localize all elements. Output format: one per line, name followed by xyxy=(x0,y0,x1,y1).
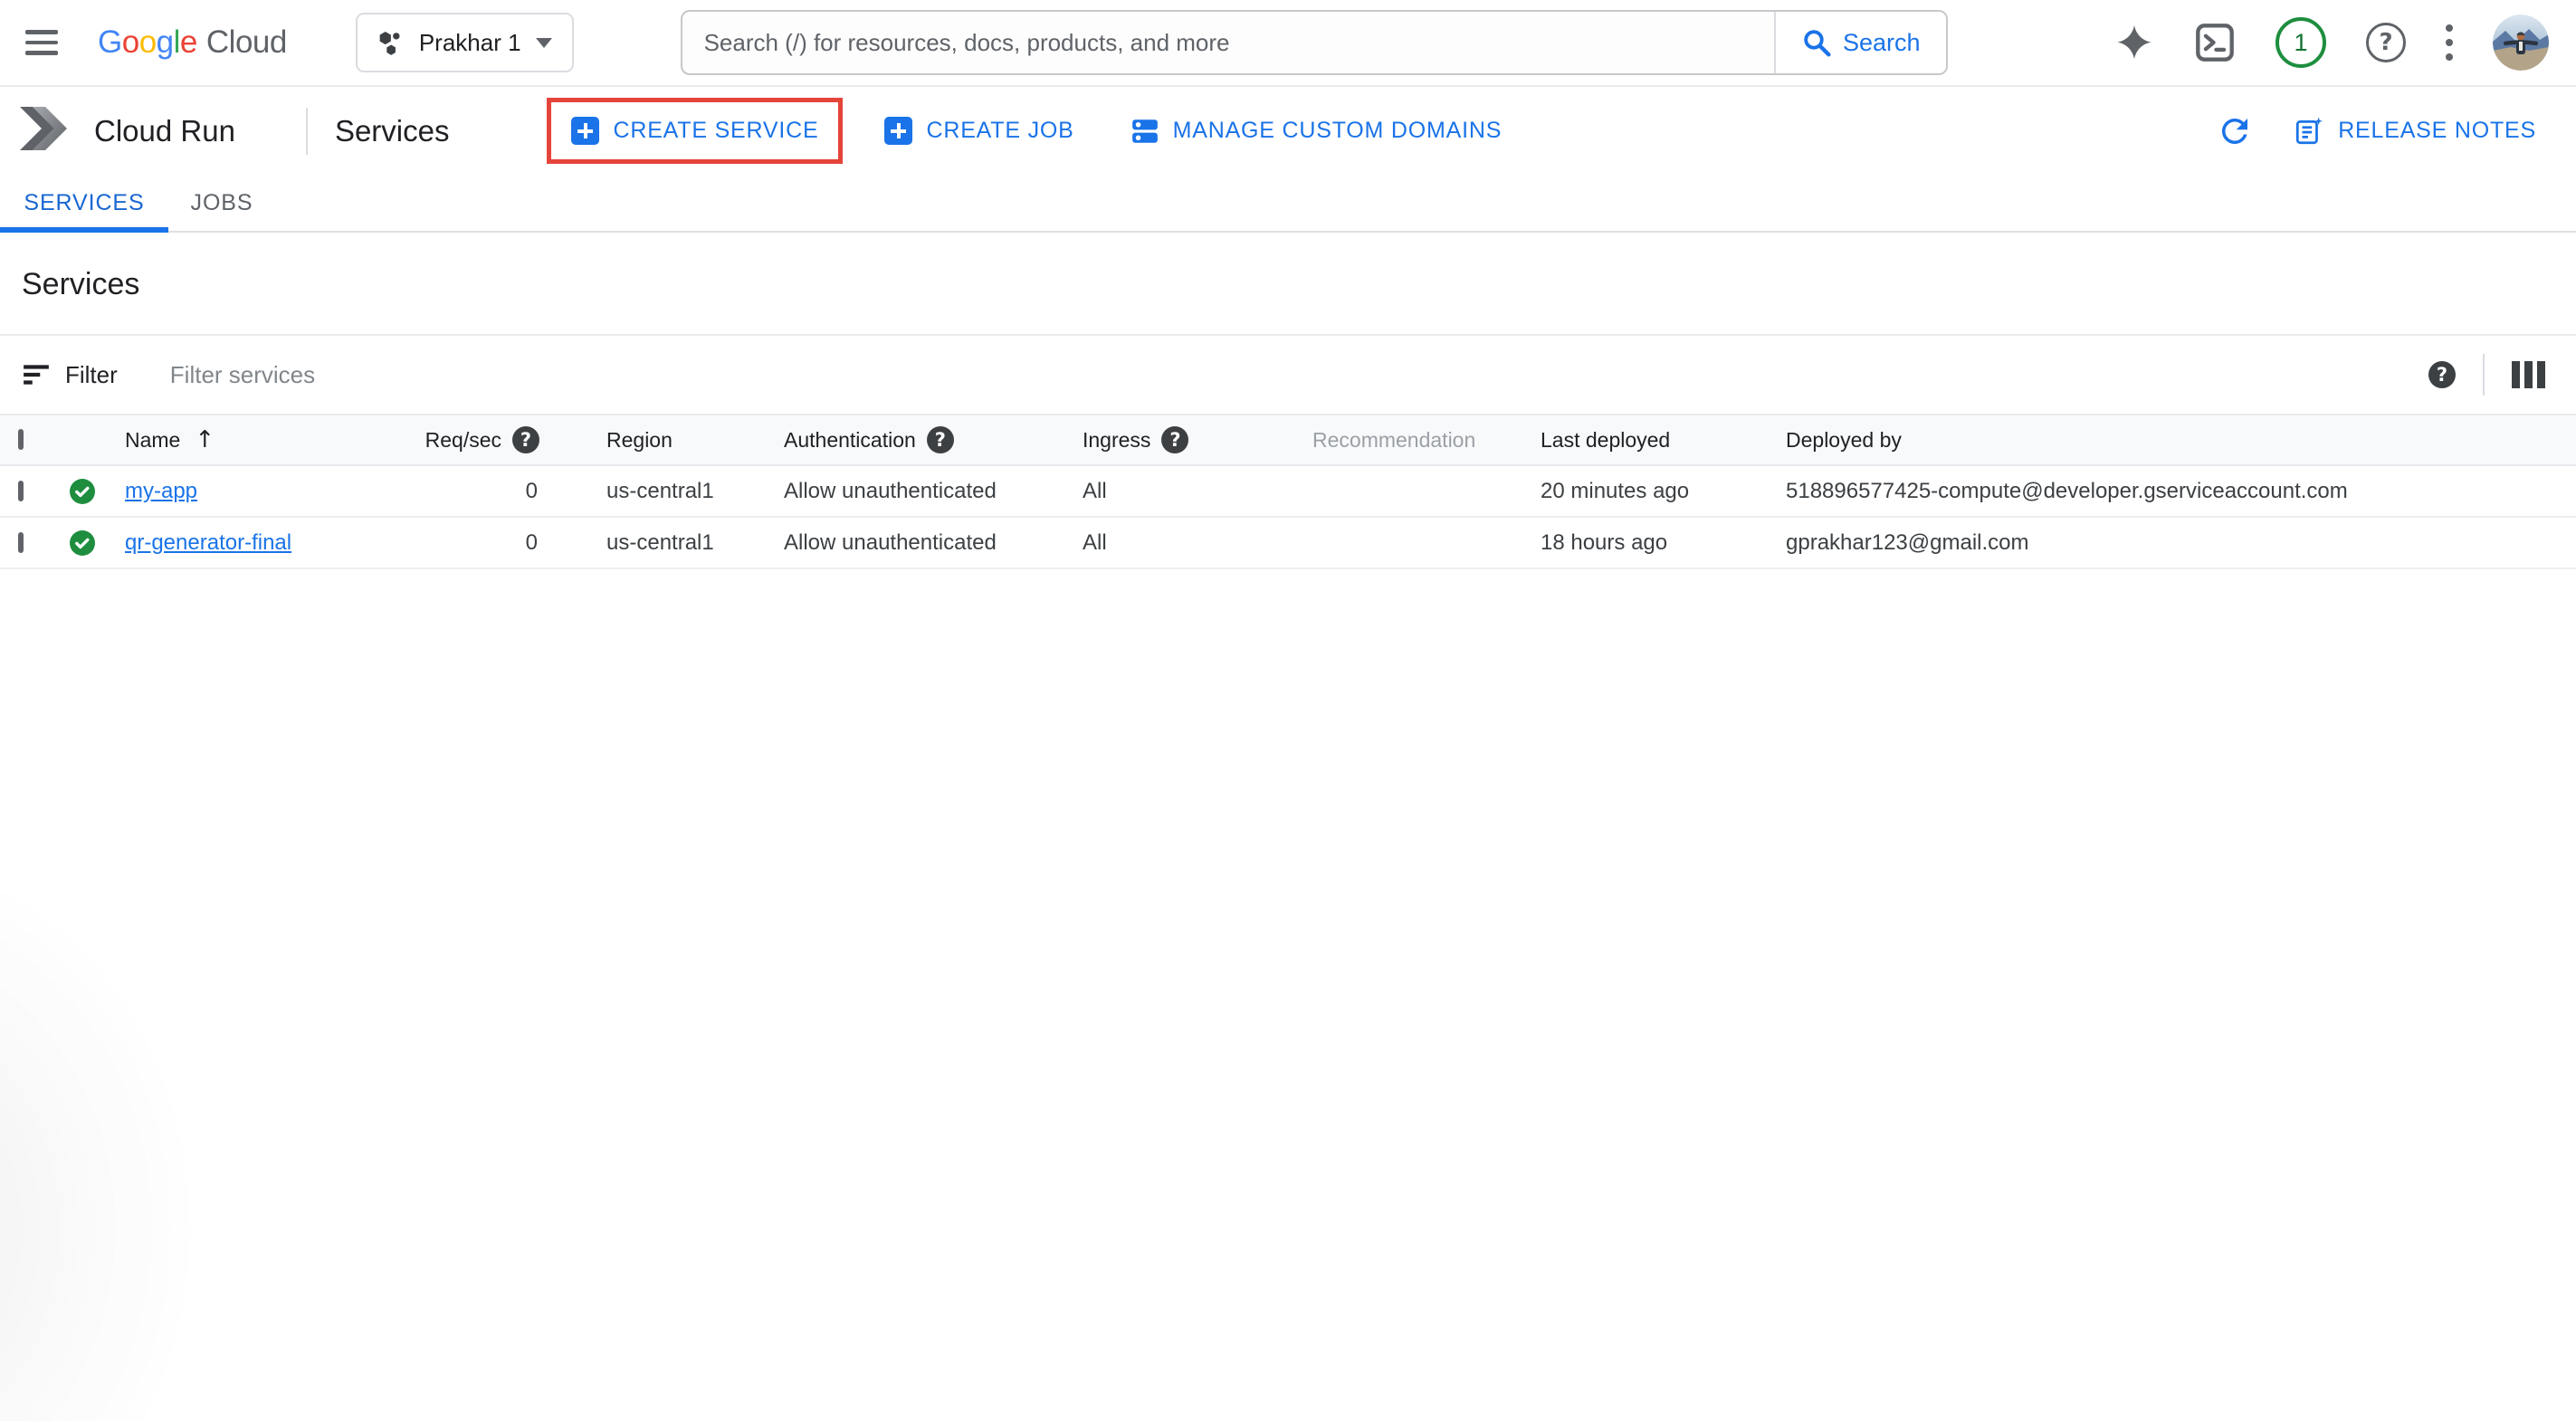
manage-custom-domains-button[interactable]: MANAGE CUSTOM DOMAINS xyxy=(1131,117,1503,146)
cloud-shell-icon[interactable] xyxy=(2194,22,2236,63)
topbar-actions: 1 ? xyxy=(2114,14,2549,71)
filter-input[interactable] xyxy=(170,361,2428,389)
plus-icon xyxy=(884,117,912,145)
search-button-label: Search xyxy=(1843,29,1921,57)
create-service-button[interactable]: CREATE SERVICE xyxy=(571,117,818,145)
hamburger-menu-icon[interactable] xyxy=(20,15,74,70)
manage-custom-domains-label: MANAGE CUSTOM DOMAINS xyxy=(1173,118,1503,144)
create-job-label: CREATE JOB xyxy=(926,118,1073,144)
table-row: qr-generator-final 0 us-central1 Allow u… xyxy=(0,518,2576,569)
row-checkbox[interactable] xyxy=(18,481,24,501)
column-header-recommendation[interactable]: Recommendation xyxy=(1312,428,1541,453)
filter-bar: Filter ? xyxy=(0,336,2576,414)
dns-icon xyxy=(1131,117,1159,146)
cloud-run-icon xyxy=(20,107,67,155)
search-icon xyxy=(1801,27,1832,58)
column-display-options-icon[interactable] xyxy=(2512,361,2545,388)
authentication-help-icon[interactable]: ? xyxy=(927,426,954,453)
create-service-label: CREATE SERVICE xyxy=(613,118,818,144)
column-header-name[interactable]: Name ↑ xyxy=(125,426,419,453)
divider xyxy=(306,108,308,155)
column-header-ingress[interactable]: Ingress ? xyxy=(1083,426,1312,453)
service-link[interactable]: qr-generator-final xyxy=(125,530,291,555)
search-input[interactable] xyxy=(682,12,1774,73)
google-cloud-logo[interactable]: Google Cloud xyxy=(98,24,287,61)
logo-letter: o xyxy=(139,24,157,60)
refresh-icon[interactable] xyxy=(2216,112,2254,150)
last-deployed-value: 20 minutes ago xyxy=(1541,479,1786,504)
help-icon[interactable]: ? xyxy=(2366,23,2406,62)
req-sec-value: 0 xyxy=(419,530,539,556)
release-notes-label: RELEASE NOTES xyxy=(2338,118,2536,144)
project-name: Prakhar 1 xyxy=(419,29,521,57)
table-header-row: Name ↑ Req/sec ? Region Authentication ?… xyxy=(0,414,2576,466)
gemini-sparkle-icon[interactable] xyxy=(2114,23,2154,62)
column-header-region[interactable]: Region xyxy=(606,428,784,453)
row-checkbox[interactable] xyxy=(18,532,24,553)
req-sec-value: 0 xyxy=(419,479,539,504)
tab-jobs[interactable]: JOBS xyxy=(168,175,275,231)
tab-services-label: SERVICES xyxy=(24,190,144,216)
notification-count-badge: 1 xyxy=(2275,17,2326,68)
column-header-req-sec[interactable]: Req/sec ? xyxy=(419,426,539,453)
release-notes-icon xyxy=(2294,116,2324,147)
divider xyxy=(2483,354,2485,396)
tab-services[interactable]: SERVICES xyxy=(0,175,168,231)
create-job-button[interactable]: CREATE JOB xyxy=(884,117,1073,145)
sort-ascending-icon[interactable]: ↑ xyxy=(195,426,215,453)
authentication-value: Allow unauthenticated xyxy=(784,479,1083,504)
status-ok-icon xyxy=(69,529,125,557)
logo-cloud-text: Cloud xyxy=(206,24,287,61)
filter-label: Filter xyxy=(65,361,118,389)
project-selector[interactable]: Prakhar 1 xyxy=(356,13,574,72)
annotation-highlight-create-service: CREATE SERVICE xyxy=(547,98,843,164)
filter-help-icon[interactable]: ? xyxy=(2428,361,2456,388)
main-content: Services Filter ? Name ↑ Req/sec ? Regio… xyxy=(0,233,2576,569)
column-header-last-deployed[interactable]: Last deployed xyxy=(1541,428,1786,453)
page-title: Services xyxy=(22,267,2576,302)
select-all-checkbox[interactable] xyxy=(18,429,24,450)
column-header-deployed-by[interactable]: Deployed by xyxy=(1786,428,2576,453)
ingress-help-icon[interactable]: ? xyxy=(1161,426,1188,453)
logo-letter: g xyxy=(157,24,174,60)
region-value: us-central1 xyxy=(606,479,784,504)
search-button[interactable]: Search xyxy=(1776,12,1946,73)
region-value: us-central1 xyxy=(606,530,784,556)
project-icon xyxy=(374,27,405,58)
search-bar: Search xyxy=(681,10,1948,75)
logo-letter: e xyxy=(180,24,197,60)
last-deployed-value: 18 hours ago xyxy=(1541,530,1786,556)
notifications-button[interactable]: 1 xyxy=(2275,17,2326,68)
chevron-down-icon xyxy=(536,38,552,48)
release-notes-button[interactable]: RELEASE NOTES xyxy=(2294,116,2536,147)
topbar: Google Cloud Prakhar 1 Search 1 ? xyxy=(0,0,2576,87)
service-link[interactable]: my-app xyxy=(125,479,197,503)
table-row: my-app 0 us-central1 Allow unauthenticat… xyxy=(0,466,2576,518)
help-glyph: ? xyxy=(2366,23,2406,62)
page-corner-shade xyxy=(0,733,471,1421)
logo-letter: l xyxy=(174,24,180,60)
plus-icon xyxy=(571,117,599,145)
product-title: Cloud Run xyxy=(94,114,235,148)
filter-list-icon xyxy=(22,360,51,389)
req-sec-help-icon[interactable]: ? xyxy=(512,426,539,453)
deployed-by-value: 518896577425-compute@developer.gservicea… xyxy=(1786,479,2576,504)
logo-letter: o xyxy=(122,24,139,60)
deployed-by-value: gprakhar123@gmail.com xyxy=(1786,530,2576,556)
logo-letter: G xyxy=(98,24,122,60)
ingress-value: All xyxy=(1083,479,1312,504)
column-header-authentication[interactable]: Authentication ? xyxy=(784,426,1083,453)
breadcrumb-page: Services xyxy=(335,114,450,148)
tab-bar: SERVICES JOBS xyxy=(0,175,2576,233)
more-options-kebab-icon[interactable] xyxy=(2446,24,2453,61)
product-bar: Cloud Run Services CREATE SERVICE CREATE… xyxy=(0,87,2576,175)
status-ok-icon xyxy=(69,478,125,505)
tab-jobs-label: JOBS xyxy=(191,190,253,216)
ingress-value: All xyxy=(1083,530,1312,556)
authentication-value: Allow unauthenticated xyxy=(784,530,1083,556)
avatar[interactable] xyxy=(2493,14,2549,71)
